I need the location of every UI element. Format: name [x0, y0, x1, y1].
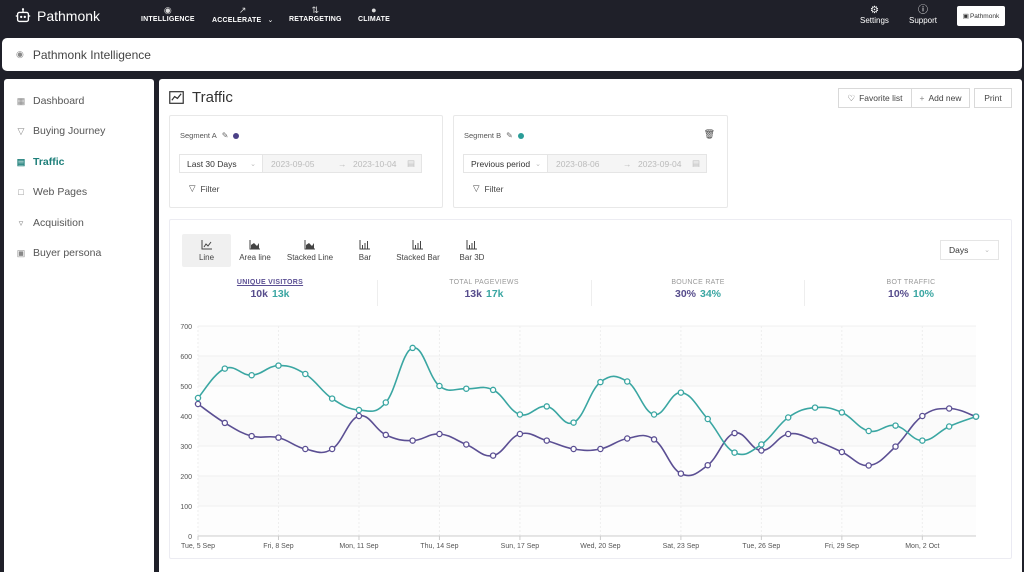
data-point [355, 406, 363, 414]
x-tick-label: Fri, 29 Sep [825, 543, 859, 550]
data-point [597, 445, 604, 453]
y-tick-label: 200 [180, 474, 192, 481]
data-point [543, 403, 551, 410]
grid-band [198, 506, 976, 536]
data-point [489, 452, 497, 459]
data-point [328, 395, 336, 402]
data-point [516, 411, 524, 418]
data-point [570, 419, 577, 426]
data-point [409, 437, 416, 444]
data-point [865, 427, 872, 435]
y-tick-label: 300 [180, 444, 192, 451]
data-point [221, 419, 229, 427]
data-point [784, 414, 792, 421]
data-point [221, 365, 229, 372]
data-point [838, 448, 846, 456]
data-point [972, 413, 980, 420]
data-point [436, 382, 443, 390]
data-point [758, 447, 765, 454]
data-point [838, 409, 846, 416]
data-point [248, 371, 255, 379]
traffic-line-chart: 0 100 200 300 400 500 600 700 Tue, 5 Sep Fri, 8 S… [180, 324, 980, 550]
data-point [731, 449, 738, 456]
y-tick-label: 600 [180, 354, 192, 361]
data-point [516, 430, 524, 438]
x-tick-label: Tue, 5 Sep [181, 543, 215, 550]
y-tick-label: 0 [188, 534, 192, 541]
data-point [677, 470, 685, 477]
x-tick-label: Thu, 14 Sep [420, 543, 458, 550]
data-point [275, 362, 282, 369]
data-point [892, 422, 899, 429]
y-tick-label: 700 [180, 324, 192, 331]
grid-band [198, 416, 976, 446]
data-point [945, 405, 953, 412]
x-tick-label: Sun, 17 Sep [501, 543, 540, 550]
data-point [436, 430, 443, 438]
data-point [463, 385, 470, 392]
data-point [811, 404, 819, 411]
data-point [623, 435, 631, 442]
data-point [919, 412, 926, 420]
x-tick-label: Wed, 20 Sep [580, 543, 620, 550]
data-point [919, 437, 926, 444]
data-point [275, 434, 282, 441]
grid-band [198, 476, 976, 506]
data-point [623, 378, 631, 385]
data-point [355, 412, 363, 420]
data-point [811, 437, 819, 444]
data-point [328, 445, 336, 453]
data-point [302, 445, 309, 453]
data-point [248, 432, 255, 440]
x-tick-label: Sat, 23 Sep [663, 543, 700, 550]
grid-band [198, 326, 976, 356]
data-point [382, 399, 390, 406]
data-point [704, 461, 711, 469]
data-point [570, 445, 577, 453]
data-point [892, 443, 899, 450]
data-point [731, 429, 738, 437]
x-tick-label: Tue, 26 Sep [742, 543, 780, 550]
x-tick-label: Mon, 11 Sep [339, 543, 378, 550]
data-point [784, 430, 792, 438]
data-point [382, 431, 390, 439]
data-point [650, 436, 658, 443]
grid-band [198, 386, 976, 416]
y-tick-label: 100 [180, 504, 192, 511]
data-point [543, 437, 551, 444]
data-point [463, 441, 470, 448]
data-point [677, 389, 685, 396]
y-tick-label: 500 [180, 384, 192, 391]
data-point [194, 400, 202, 408]
x-tick-label: Mon, 2 Oct [905, 543, 939, 550]
data-point [302, 370, 309, 378]
y-tick-label: 400 [180, 414, 192, 421]
data-point [704, 415, 711, 423]
data-point [758, 441, 765, 448]
data-point [597, 378, 604, 386]
data-point [489, 386, 497, 394]
data-point [650, 411, 658, 418]
x-tick-label: Fri, 8 Sep [263, 543, 293, 550]
data-point [194, 394, 202, 402]
data-point [409, 344, 416, 352]
data-point [945, 423, 953, 430]
data-point [865, 462, 872, 469]
